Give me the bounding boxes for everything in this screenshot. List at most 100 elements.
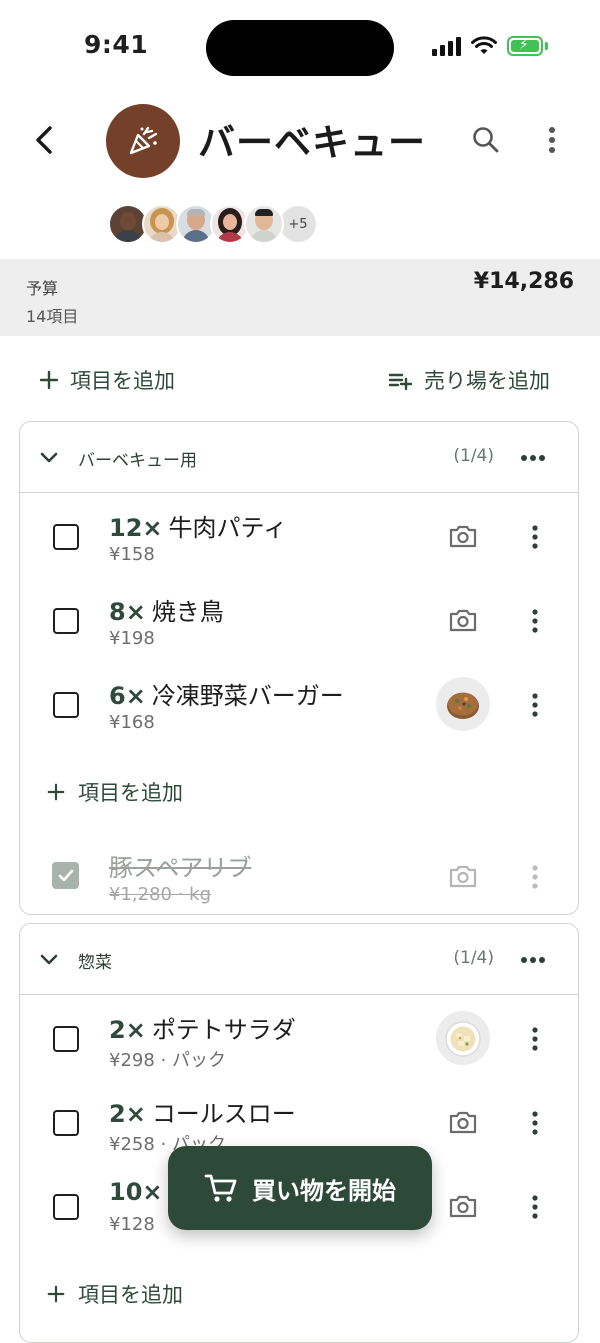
- more-horizontal-icon: [521, 455, 545, 461]
- item-more-button[interactable]: [524, 521, 546, 553]
- search-icon: [473, 127, 499, 153]
- list-item[interactable]: 12× 牛肉パティ ¥158: [20, 495, 578, 579]
- item-checkbox[interactable]: [53, 608, 79, 634]
- section-header: バーベキュー用 (1/4): [20, 422, 578, 493]
- item-name: 2× ポテトサラダ: [109, 1010, 296, 1045]
- chevron-down-icon[interactable]: [38, 446, 60, 468]
- section-header: 惣菜 (1/4): [20, 924, 578, 995]
- item-name: 10×: [109, 1178, 169, 1206]
- veggie-burger-image: [436, 677, 490, 731]
- item-name-text: 牛肉パティ: [168, 514, 288, 542]
- section-name: 惣菜: [78, 953, 112, 973]
- item-more-button[interactable]: [524, 689, 546, 721]
- item-more-button[interactable]: [524, 605, 546, 637]
- start-shopping-label: 買い物を開始: [252, 1176, 396, 1205]
- cellular-signal-icon: [432, 37, 461, 56]
- item-more-button[interactable]: [524, 1191, 546, 1223]
- add-item-label: 項目を追加: [78, 1283, 183, 1307]
- item-name: 豚スペアリブ: [109, 854, 252, 882]
- item-photo[interactable]: [436, 1011, 490, 1065]
- plus-icon: [47, 1285, 65, 1303]
- shopping-cart-icon: [204, 1174, 237, 1202]
- item-price: ¥298 · パック: [109, 1050, 226, 1071]
- add-item-in-section-button[interactable]: 項目を追加: [46, 1279, 183, 1309]
- list-item[interactable]: 8× 焼き鳥 ¥198: [20, 579, 578, 663]
- more-vertical-icon: [532, 525, 538, 549]
- add-item-label: 項目を追加: [70, 369, 175, 393]
- potato-salad-image: [436, 1011, 490, 1065]
- item-checkbox[interactable]: [53, 1026, 79, 1052]
- section-more-button[interactable]: [516, 946, 550, 974]
- item-photo[interactable]: [436, 677, 490, 731]
- add-item-in-section-button[interactable]: 項目を追加: [46, 777, 183, 807]
- add-item-button[interactable]: 項目を追加: [38, 360, 175, 400]
- list-item[interactable]: 6× 冷凍野菜バーガー ¥168: [20, 663, 578, 747]
- camera-icon[interactable]: [448, 1193, 478, 1219]
- more-vertical-icon: [532, 609, 538, 633]
- item-more-button[interactable]: [524, 1107, 546, 1139]
- battery-icon: ⚡: [507, 36, 543, 56]
- add-section-label: 売り場を追加: [424, 369, 550, 393]
- budget-total: ¥14,286: [473, 269, 574, 294]
- item-more-button[interactable]: [524, 861, 546, 893]
- list-title: バーベキュー: [198, 121, 426, 164]
- item-price: ¥198: [109, 628, 155, 649]
- item-name-text: ポテトサラダ: [151, 1016, 296, 1044]
- more-vertical-icon: [532, 1195, 538, 1219]
- camera-icon[interactable]: [448, 1109, 478, 1135]
- section-add-item: 項目を追加: [20, 1249, 578, 1337]
- member-avatars[interactable]: +5: [108, 204, 318, 244]
- camera-icon[interactable]: [448, 863, 478, 889]
- chevron-left-icon: [36, 126, 52, 154]
- playlist-add-icon: [388, 373, 413, 391]
- add-item-label: 項目を追加: [78, 781, 183, 805]
- item-name: 6× 冷凍野菜バーガー: [109, 676, 344, 711]
- more-vertical-icon: [532, 865, 538, 889]
- section-add-item: 項目を追加: [20, 747, 578, 835]
- item-price: ¥158: [109, 544, 155, 565]
- camera-icon[interactable]: [448, 523, 478, 549]
- item-name: 8× 焼き鳥: [109, 592, 224, 627]
- avatar: [244, 204, 284, 244]
- more-vertical-icon: [532, 1027, 538, 1051]
- chevron-down-icon[interactable]: [38, 948, 60, 970]
- back-button[interactable]: [26, 118, 66, 162]
- item-name-text: 冷凍野菜バーガー: [151, 682, 344, 710]
- item-checkbox[interactable]: [53, 692, 79, 718]
- start-shopping-button[interactable]: 買い物を開始: [168, 1146, 432, 1230]
- more-horizontal-icon: [521, 957, 545, 963]
- more-options-button[interactable]: [530, 118, 574, 162]
- budget-panel: 予算 14項目 ¥14,286: [0, 259, 600, 336]
- item-price: ¥168: [109, 712, 155, 733]
- item-checkbox[interactable]: [53, 524, 79, 550]
- list-item[interactable]: 2× ポテトサラダ ¥298 · パック: [20, 997, 578, 1081]
- item-name: 2× コールスロー: [109, 1094, 296, 1129]
- section-name: バーベキュー用: [78, 451, 197, 471]
- item-quantity: 2×: [109, 1100, 146, 1128]
- section-card: 惣菜 (1/4) 2× ポテトサラダ ¥298 · パック 2× コールスロー …: [19, 923, 579, 1343]
- more-vertical-icon: [549, 127, 555, 153]
- search-button[interactable]: [464, 118, 508, 162]
- add-section-button[interactable]: 売り場を追加: [388, 360, 550, 400]
- list-icon[interactable]: [106, 104, 180, 178]
- item-more-button[interactable]: [524, 1023, 546, 1055]
- item-count: 14項目: [26, 307, 79, 326]
- more-vertical-icon: [532, 693, 538, 717]
- battery-tip: [545, 42, 548, 50]
- party-popper-icon: [129, 126, 158, 155]
- item-name-text: 焼き鳥: [151, 598, 224, 626]
- section-count: (1/4): [453, 948, 494, 968]
- item-quantity: 10×: [109, 1178, 163, 1206]
- section-card: バーベキュー用 (1/4) 12×牛肉パティ ¥158 8×焼き鳥 ¥198: [19, 421, 579, 915]
- camera-icon[interactable]: [448, 607, 478, 633]
- plus-icon: [39, 370, 59, 390]
- completed-item[interactable]: 豚スペアリブ ¥1,280 · kg: [20, 835, 578, 919]
- item-checkbox[interactable]: [53, 1110, 79, 1136]
- item-checkbox-checked[interactable]: [52, 862, 79, 889]
- item-quantity: 8×: [109, 598, 146, 626]
- item-quantity: 12×: [109, 514, 163, 542]
- budget-label: 予算: [26, 279, 59, 298]
- dynamic-island: [206, 20, 394, 76]
- section-more-button[interactable]: [516, 444, 550, 472]
- item-checkbox[interactable]: [53, 1194, 79, 1220]
